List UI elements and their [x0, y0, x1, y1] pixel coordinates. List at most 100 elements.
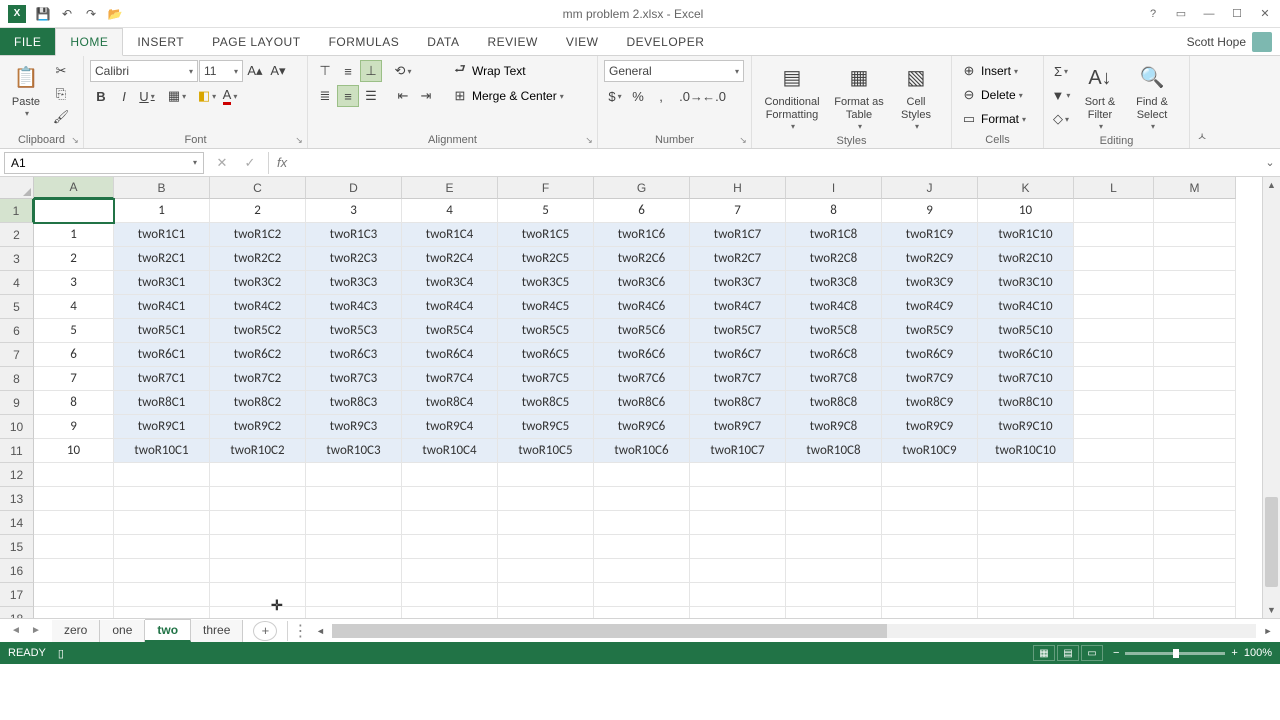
cell[interactable]: [594, 607, 690, 618]
cell[interactable]: [1154, 343, 1236, 367]
cell[interactable]: [114, 463, 210, 487]
dialog-launcher-icon[interactable]: ↘: [69, 134, 81, 146]
cell[interactable]: [306, 463, 402, 487]
tab-home[interactable]: HOME: [55, 28, 123, 56]
zoom-level[interactable]: 100%: [1244, 647, 1272, 659]
cell[interactable]: twoR4C9: [882, 295, 978, 319]
cell[interactable]: [786, 607, 882, 618]
cell[interactable]: 4: [34, 295, 114, 319]
cell[interactable]: [690, 535, 786, 559]
add-sheet-button[interactable]: +: [253, 621, 277, 641]
minimize-icon[interactable]: —: [1196, 4, 1222, 24]
cell[interactable]: [34, 463, 114, 487]
dialog-launcher-icon[interactable]: ↘: [737, 134, 749, 146]
cell[interactable]: [594, 559, 690, 583]
cell[interactable]: 8: [786, 199, 882, 223]
cell[interactable]: twoR5C7: [690, 319, 786, 343]
cell[interactable]: twoR6C9: [882, 343, 978, 367]
cell[interactable]: [978, 463, 1074, 487]
cell[interactable]: twoR7C6: [594, 367, 690, 391]
cell[interactable]: twoR9C2: [210, 415, 306, 439]
cell[interactable]: twoR9C9: [882, 415, 978, 439]
help-icon[interactable]: ?: [1140, 4, 1166, 24]
cell[interactable]: [306, 559, 402, 583]
cell[interactable]: [402, 607, 498, 618]
cell[interactable]: [1154, 295, 1236, 319]
cell[interactable]: [882, 535, 978, 559]
cell[interactable]: twoR4C7: [690, 295, 786, 319]
col-header-E[interactable]: E: [402, 177, 498, 199]
cell[interactable]: [690, 607, 786, 618]
cell[interactable]: twoR8C3: [306, 391, 402, 415]
cell[interactable]: [498, 607, 594, 618]
cell[interactable]: twoR6C2: [210, 343, 306, 367]
name-box[interactable]: A1▾: [4, 152, 204, 174]
cell[interactable]: twoR1C4: [402, 223, 498, 247]
sheet-tab-zero[interactable]: zero: [52, 620, 100, 642]
cell[interactable]: [402, 487, 498, 511]
cell[interactable]: [1154, 439, 1236, 463]
cell[interactable]: [1154, 199, 1236, 223]
cell[interactable]: twoR10C5: [498, 439, 594, 463]
cell[interactable]: twoR1C10: [978, 223, 1074, 247]
cell[interactable]: [978, 583, 1074, 607]
cell[interactable]: twoR2C8: [786, 247, 882, 271]
cell[interactable]: twoR5C2: [210, 319, 306, 343]
cell[interactable]: [210, 511, 306, 535]
dialog-launcher-icon[interactable]: ↘: [293, 134, 305, 146]
col-header-J[interactable]: J: [882, 177, 978, 199]
cell[interactable]: [786, 535, 882, 559]
cell[interactable]: 6: [34, 343, 114, 367]
row-header[interactable]: 1: [0, 199, 34, 223]
cell[interactable]: [34, 199, 114, 223]
tab-page-layout[interactable]: PAGE LAYOUT: [198, 28, 314, 55]
cell[interactable]: 5: [34, 319, 114, 343]
paste-button[interactable]: 📋 Paste ▾: [6, 60, 46, 121]
sheet-nav-next-icon[interactable]: ►: [26, 621, 46, 641]
cell[interactable]: 8: [34, 391, 114, 415]
cell[interactable]: 6: [594, 199, 690, 223]
cell[interactable]: [1154, 535, 1236, 559]
cell[interactable]: twoR3C7: [690, 271, 786, 295]
horizontal-scrollbar[interactable]: ⋮ ◄ ►: [287, 621, 1280, 641]
cell[interactable]: [1074, 439, 1154, 463]
cell[interactable]: [1154, 223, 1236, 247]
cell[interactable]: [1154, 559, 1236, 583]
scroll-down-icon[interactable]: ▼: [1263, 602, 1280, 618]
cell[interactable]: twoR4C2: [210, 295, 306, 319]
cell[interactable]: [34, 583, 114, 607]
cell[interactable]: 7: [690, 199, 786, 223]
close-icon[interactable]: ✕: [1252, 4, 1278, 24]
cell[interactable]: [690, 511, 786, 535]
cell[interactable]: twoR7C4: [402, 367, 498, 391]
tab-formulas[interactable]: FORMULAS: [315, 28, 414, 55]
format-cells-button[interactable]: ▭Format▾: [958, 108, 1026, 130]
cell[interactable]: twoR4C8: [786, 295, 882, 319]
cell[interactable]: [306, 583, 402, 607]
cell[interactable]: twoR3C8: [786, 271, 882, 295]
save-icon[interactable]: 💾: [32, 3, 54, 25]
cell[interactable]: twoR8C4: [402, 391, 498, 415]
cell-styles-button[interactable]: ▧Cell Styles▾: [892, 60, 940, 134]
cell[interactable]: twoR3C6: [594, 271, 690, 295]
cell[interactable]: twoR8C1: [114, 391, 210, 415]
cell[interactable]: twoR4C4: [402, 295, 498, 319]
cell[interactable]: [594, 535, 690, 559]
page-break-view-icon[interactable]: ▭: [1081, 645, 1103, 661]
cell[interactable]: [594, 511, 690, 535]
cell[interactable]: [210, 487, 306, 511]
col-header-M[interactable]: M: [1154, 177, 1236, 199]
cell[interactable]: 1: [114, 199, 210, 223]
row-header[interactable]: 6: [0, 319, 34, 343]
cell[interactable]: [1154, 415, 1236, 439]
row-header[interactable]: 12: [0, 463, 34, 487]
cell[interactable]: twoR8C9: [882, 391, 978, 415]
col-header-I[interactable]: I: [786, 177, 882, 199]
row-header[interactable]: 2: [0, 223, 34, 247]
italic-button[interactable]: I: [113, 85, 135, 107]
cell[interactable]: 3: [306, 199, 402, 223]
cell[interactable]: twoR10C8: [786, 439, 882, 463]
cell[interactable]: [690, 583, 786, 607]
bold-button[interactable]: B: [90, 85, 112, 107]
cell[interactable]: twoR2C5: [498, 247, 594, 271]
